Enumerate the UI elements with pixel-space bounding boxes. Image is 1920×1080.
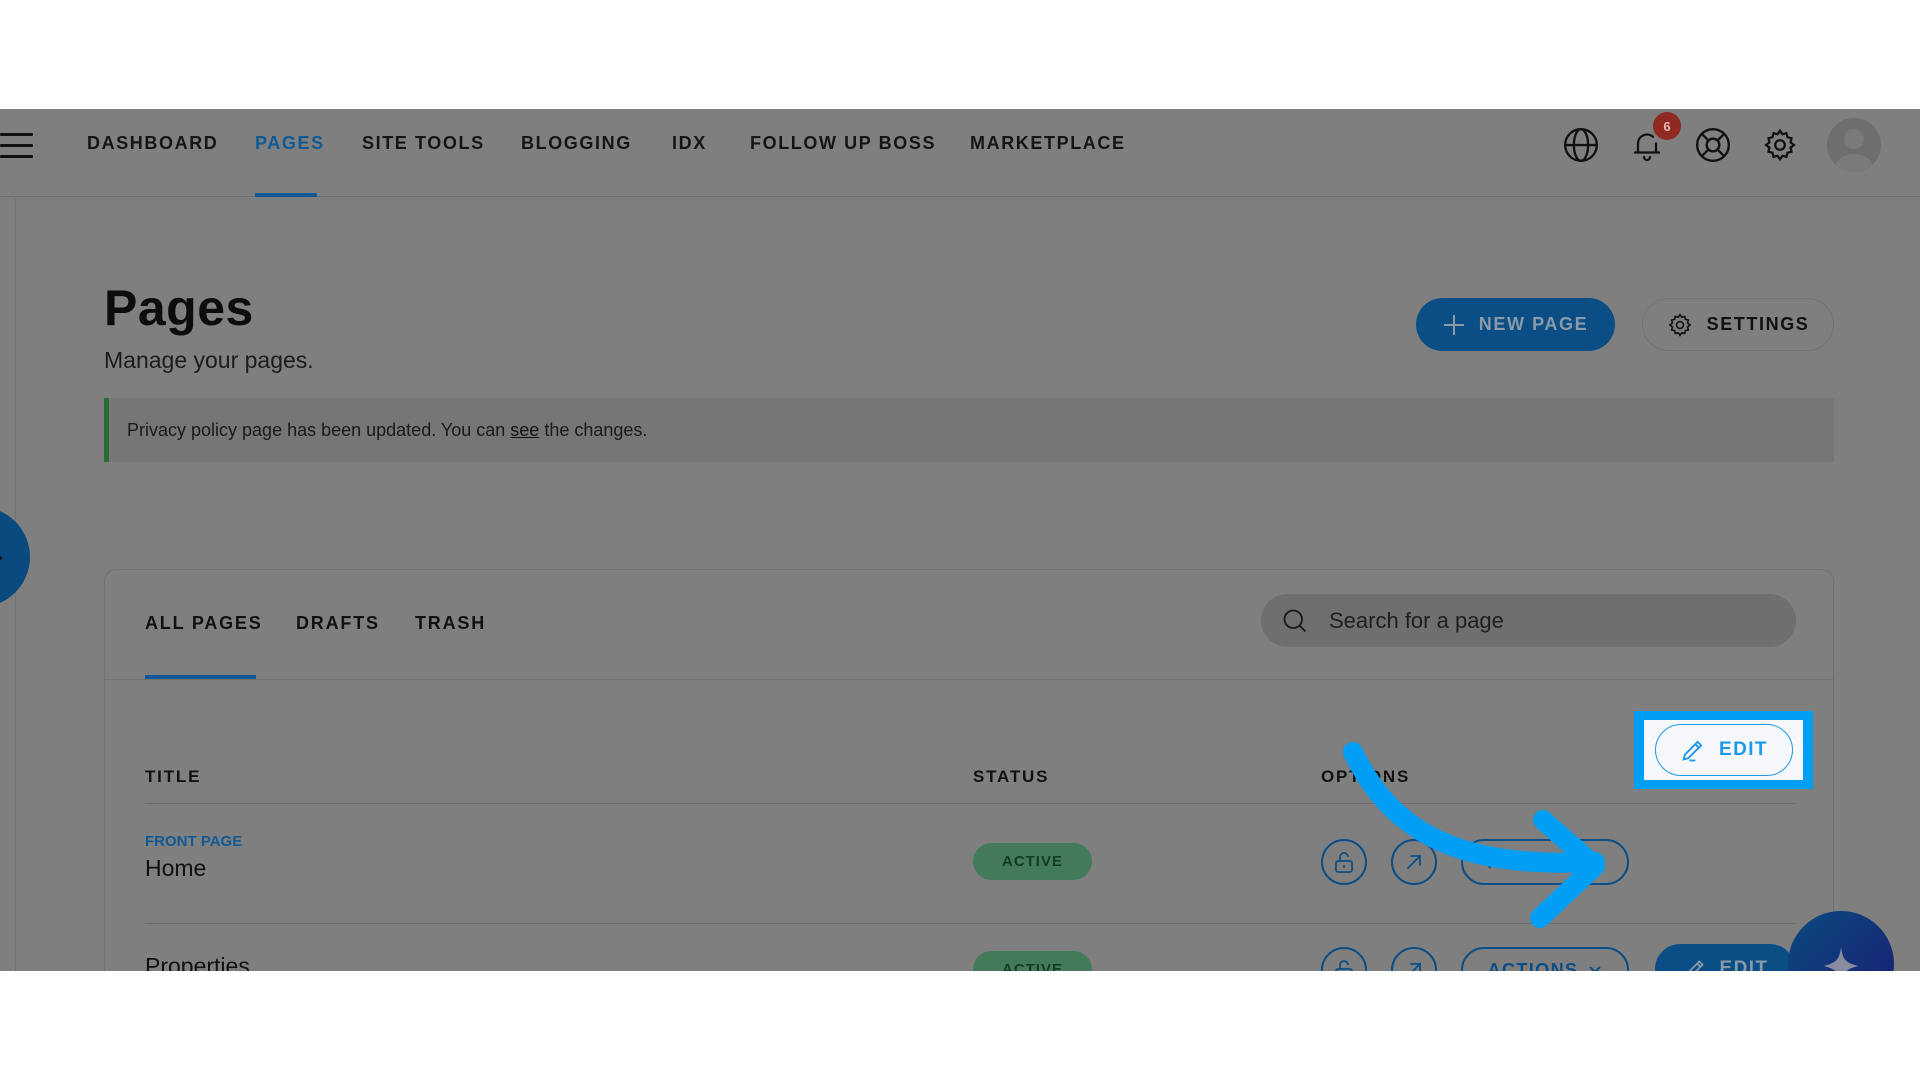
nav-idx[interactable]: IDX [672,133,707,154]
open-external-icon[interactable] [1391,947,1437,971]
globe-icon[interactable] [1559,123,1603,167]
top-nav: DASHBOARD PAGES SITE TOOLS BLOGGING IDX … [0,109,1920,197]
column-header-status: STATUS [973,767,1050,786]
tab-drafts[interactable]: DRAFTS [296,613,380,634]
row-kicker[interactable]: FRONT PAGE [145,833,242,850]
page-subtitle: Manage your pages. [104,347,314,373]
row-divider [145,923,1795,924]
search-field[interactable] [1261,594,1796,647]
nav-blogging[interactable]: BLOGGING [521,133,632,154]
avatar[interactable] [1827,118,1881,172]
actions-label: ACTIONS [1487,959,1579,972]
row-title[interactable]: Properties [145,953,250,971]
status-badge: ACTIVE [973,951,1092,971]
nav-marketplace[interactable]: MARKETPLACE [970,133,1126,154]
pencil-icon [1682,740,1703,762]
actions-dropdown[interactable]: ACTIONS [1461,839,1629,885]
search-input[interactable] [1329,607,1749,634]
header-divider [145,803,1795,804]
unlock-icon[interactable] [1321,947,1367,971]
notice-banner: Privacy policy page has been updated. Yo… [104,398,1834,462]
gear-icon [1668,312,1691,337]
tab-trash[interactable]: TRASH [415,613,486,634]
notice-text: Privacy policy page has been updated. Yo… [127,419,506,440]
edit-label: EDIT [1719,958,1769,971]
edit-highlight-inner: EDIT [1644,720,1803,780]
edit-highlight-frame: EDIT [1634,711,1813,789]
actions-dropdown[interactable]: ACTIONS [1461,947,1629,971]
sidebar-toggle-button[interactable] [0,507,30,607]
gear-icon[interactable] [1758,123,1802,167]
nav-pages[interactable]: PAGES [255,133,325,154]
row-title[interactable]: Home [145,855,206,882]
pages-card: ALL PAGES DRAFTS TRASH TITLE STATUS OPTI… [104,569,1834,971]
pencil-icon [1688,960,1704,971]
column-header-title: TITLE [145,767,202,786]
settings-label: SETTINGS [1706,314,1810,334]
notice-see-link[interactable]: see [510,420,539,441]
nav-follow-up-boss[interactable]: FOLLOW UP BOSS [750,133,936,154]
nav-site-tools[interactable]: SITE TOOLS [362,133,485,154]
new-page-label: NEW PAGE [1478,314,1589,334]
notice-text-end: the changes. [544,419,648,440]
app-viewport: DASHBOARD PAGES SITE TOOLS BLOGGING IDX … [0,109,1920,971]
chevron-down-icon [1589,858,1602,866]
page-title: Pages [104,280,254,336]
chevron-down-icon [1589,966,1602,971]
unlock-icon[interactable] [1321,839,1367,885]
status-badge: ACTIVE [973,843,1092,880]
nav-active-indicator [255,193,317,197]
notification-badge: 6 [1653,112,1681,140]
column-header-options: OPTIONS [1321,767,1411,786]
edit-button[interactable]: EDIT [1654,724,1793,776]
sparkle-icon [1823,947,1859,971]
lifebuoy-icon[interactable] [1691,123,1735,167]
edit-label: EDIT [1719,739,1768,760]
new-page-button[interactable]: NEW PAGE [1416,298,1615,351]
hamburger-menu-icon[interactable] [0,133,33,159]
nav-dashboard[interactable]: DASHBOARD [87,133,218,154]
open-external-icon[interactable] [1391,839,1437,885]
tabs-divider [105,679,1833,680]
edit-button[interactable]: EDIT [1655,944,1795,971]
settings-button[interactable]: SETTINGS [1642,298,1834,351]
tab-all-pages[interactable]: ALL PAGES [145,613,263,634]
actions-label: ACTIONS [1487,851,1579,872]
search-icon [1283,609,1307,632]
plus-icon [1443,314,1464,335]
